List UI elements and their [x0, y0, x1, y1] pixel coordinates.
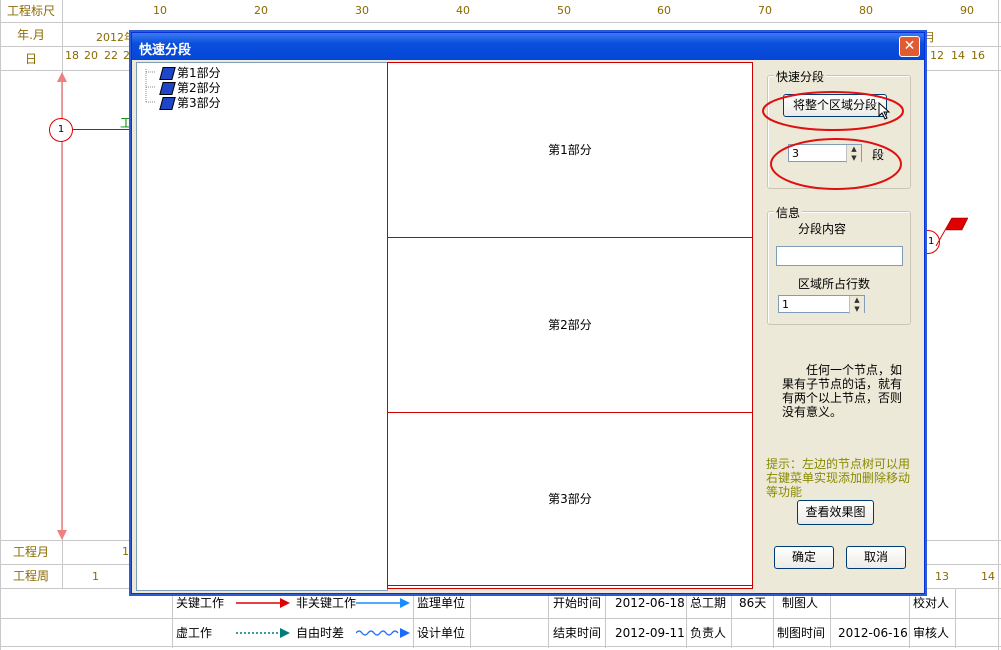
week-value-right: 13	[935, 570, 949, 583]
segment-content-input[interactable]	[776, 246, 903, 266]
segment-part-label: 第3部分	[548, 492, 592, 506]
segment-part[interactable]: 第2部分	[388, 238, 752, 413]
tree-item[interactable]: 第2部分	[159, 81, 221, 95]
spinner-buttons[interactable]: ▲ ▼	[849, 296, 864, 314]
rows-occupied-label: 区域所占行数	[798, 277, 871, 291]
preview-button[interactable]: 查看效果图	[797, 500, 874, 525]
scale-tick: 10	[153, 4, 167, 17]
tree-item[interactable]: 第3部分	[159, 96, 221, 110]
tree-item[interactable]: 第1部分	[159, 66, 221, 80]
month-text-right: 月	[924, 31, 935, 44]
segment-preview[interactable]: 第1部分 第2部分 第3部分	[387, 62, 753, 589]
node-label: 1	[57, 124, 65, 135]
tree-lines	[145, 69, 155, 103]
project-month-value: 1	[122, 545, 129, 558]
dummy-arrow-icon	[236, 628, 290, 638]
segment-part-label: 第2部分	[548, 318, 592, 332]
info-group: 信息 分段内容 区域所占行数 1 ▲ ▼	[767, 204, 911, 325]
legend-free-float-label: 自由时差	[296, 626, 345, 640]
segment-content-label: 分段内容	[798, 222, 847, 236]
legend-dummy-label: 虚工作	[176, 626, 213, 640]
design-unit-label: 设计单位	[417, 626, 466, 640]
annotation-circles	[762, 91, 904, 190]
quick-segment-group-title: 快速分段	[774, 68, 827, 85]
dialog-title-bar[interactable]: 快速分段 ✕	[132, 33, 924, 60]
tree-item-label: 第2部分	[177, 81, 221, 95]
critical-arrow-icon	[236, 598, 290, 608]
scale-tick: 90	[960, 4, 974, 17]
owner-label: 负责人	[690, 626, 727, 640]
day-cell: 16	[971, 49, 985, 62]
rows-spinner[interactable]: 1 ▲ ▼	[778, 295, 865, 314]
day-cell: 22	[104, 49, 118, 62]
free-float-arrow-icon	[356, 628, 410, 638]
book-icon	[159, 97, 176, 110]
reviewer-label: 审核人	[913, 626, 950, 640]
day-cell: 12	[930, 49, 944, 62]
rows-value: 1	[782, 298, 789, 311]
week-value-left: 1	[92, 570, 99, 583]
day-cell: 14	[951, 49, 965, 62]
info-group-title: 信息	[774, 204, 803, 221]
row-label-project-month: 工程月	[12, 545, 49, 559]
close-button[interactable]: ✕	[899, 36, 920, 57]
node-tree[interactable]: 第1部分 第2部分 第3部分	[136, 62, 388, 591]
scale-tick: 50	[557, 4, 571, 17]
row-label-project-week: 工程周	[12, 569, 49, 583]
scale-tick: 30	[355, 4, 369, 17]
row-label-year-month: 年.月	[17, 28, 45, 42]
row-label-scale: 工程标尺	[6, 4, 55, 18]
week-value-right: 14	[981, 570, 995, 583]
scale-tick: 40	[456, 4, 470, 17]
row-label-day: 日	[24, 52, 37, 66]
draw-time-value: 2012-06-16	[838, 626, 908, 640]
scale-tick: 20	[254, 4, 268, 17]
year-text: 2012年	[96, 31, 135, 44]
time-axis-arrow	[57, 72, 67, 540]
segment-part-label: 第1部分	[548, 143, 592, 157]
segment-part[interactable]: 第1部分	[388, 63, 752, 238]
tree-hint: 提示：左边的节点树可以用右键菜单实现添加删除移动等功能	[766, 457, 911, 499]
quick-segment-group: 快速分段 将整个区域分段 3 ▲ ▼ 段	[762, 68, 911, 190]
book-icon	[159, 82, 176, 95]
tree-item-label: 第1部分	[177, 66, 221, 80]
scale-tick: 70	[758, 4, 772, 17]
scale-tick: 60	[657, 4, 671, 17]
ok-button[interactable]: 确定	[774, 546, 834, 569]
node-note: 任何一个节点，如果有子节点的话，就有有两个以上节点，否则没有意义。	[782, 363, 903, 419]
quick-segment-dialog: 快速分段 ✕ 第1部分 第2部分 第3部分 第1部分 第2部分 第3部分 快速分…	[131, 32, 925, 594]
flag-icon	[935, 217, 969, 247]
non-critical-arrow-icon	[356, 598, 410, 608]
book-icon	[159, 67, 176, 80]
scale-tick: 80	[859, 4, 873, 17]
cancel-button[interactable]: 取消	[846, 546, 906, 569]
draw-time-label: 制图时间	[777, 626, 826, 640]
end-time-value: 2012-09-11	[615, 626, 685, 640]
day-cell: 18	[65, 49, 79, 62]
end-time-label: 结束时间	[553, 626, 602, 640]
dialog-title: 快速分段	[139, 43, 192, 58]
node-circle-1[interactable]: 1	[49, 118, 73, 142]
day-cell: 2	[123, 49, 130, 62]
day-cell: 20	[84, 49, 98, 62]
segment-part[interactable]: 第3部分	[388, 413, 752, 586]
tree-item-label: 第3部分	[177, 96, 221, 110]
